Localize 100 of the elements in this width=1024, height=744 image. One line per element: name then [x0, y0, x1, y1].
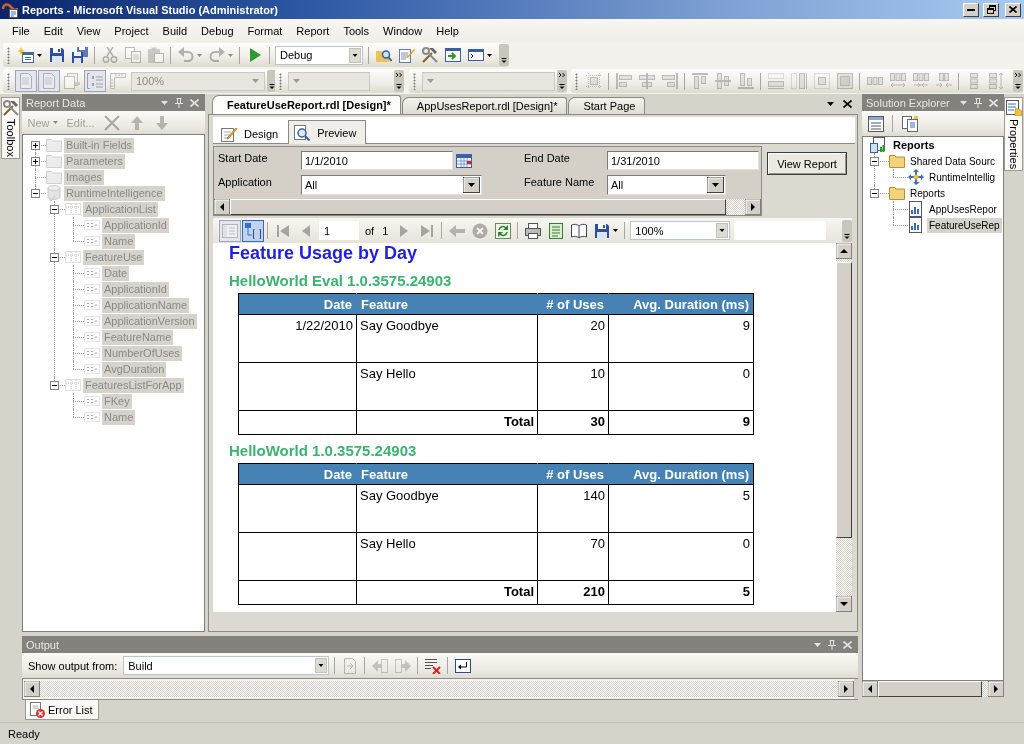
same-width-icon — [767, 73, 784, 89]
scroll-left-icon[interactable] — [214, 199, 230, 215]
dropdown-field[interactable]: Debug — [275, 45, 363, 65]
toolbar-overflow-icon[interactable] — [557, 70, 567, 92]
date-field[interactable]: 1/1/2010 — [301, 151, 453, 170]
vertical-scrollbar[interactable] — [835, 243, 852, 612]
console-window-icon — [467, 47, 484, 63]
up-arrow-icon — [128, 114, 145, 131]
word-wrap-icon — [454, 657, 471, 674]
dropdown-field[interactable]: Build — [123, 656, 330, 675]
group-title: HelloWorld Eval 1.0.3575.24903 — [229, 271, 452, 291]
menu-item[interactable]: Project — [107, 22, 156, 39]
pin-icon[interactable] — [175, 97, 183, 108]
pin-icon[interactable] — [974, 97, 982, 108]
field-icon — [84, 313, 100, 329]
dropdown-field[interactable]: All — [607, 175, 726, 195]
status-text: Ready — [8, 727, 40, 740]
properties-tab[interactable]: Properties — [1004, 97, 1023, 171]
menu-item[interactable]: Report — [289, 22, 337, 39]
scrollbar-thumb[interactable] — [878, 681, 982, 697]
menu-item[interactable]: Tools — [336, 22, 377, 39]
table-cell: Say Goodbye — [356, 484, 538, 533]
minimize-button[interactable] — [963, 2, 979, 17]
tree-item[interactable]: RuntimeIntellig — [927, 169, 998, 185]
menu-item[interactable]: File — [5, 22, 37, 39]
dropdown-field[interactable]: 100% — [630, 221, 731, 240]
view-tab[interactable]: Preview — [288, 120, 367, 144]
toolbar-overflow-icon[interactable] — [394, 70, 404, 92]
horizontal-scrollbar[interactable] — [862, 681, 1004, 697]
printer-icon — [524, 222, 541, 239]
field-icon — [84, 233, 100, 249]
error-list-tab[interactable]: Error List — [25, 700, 99, 720]
undo-arrow-icon — [177, 47, 194, 63]
menu-item[interactable]: Build — [155, 22, 195, 39]
text-field[interactable]: 1 — [319, 221, 359, 240]
window-title: Reports - Microsoft Visual Studio (Administrator) — [22, 3, 278, 16]
data-source-icon — [908, 169, 924, 185]
document-tab[interactable]: AppUsesReport.rdl [Design]* — [401, 97, 568, 114]
tree-item[interactable]: Reports — [891, 137, 937, 153]
view-report-button[interactable]: View Report — [767, 152, 847, 175]
grip-handle[interactable] — [7, 46, 10, 64]
collapse-icon[interactable] — [870, 156, 879, 166]
field-icon — [84, 361, 100, 377]
tree-item[interactable]: FeatureUseRep — [927, 217, 1002, 233]
scissors-icon — [101, 47, 118, 63]
tree-item[interactable]: Reports — [908, 185, 947, 201]
right-arrow-document-icon — [394, 657, 411, 674]
caret-icon — [196, 53, 202, 57]
grip-handle[interactable] — [7, 72, 10, 90]
menu-item[interactable]: Help — [429, 22, 466, 39]
toolbox-tab[interactable]: Toolbox — [1, 97, 20, 159]
close-button[interactable] — [1005, 2, 1021, 17]
pin-icon[interactable] — [828, 639, 836, 650]
restore-button[interactable] — [983, 2, 999, 17]
text-field[interactable] — [734, 221, 827, 240]
scroll-right-icon[interactable] — [988, 681, 1004, 697]
collapse-icon[interactable] — [870, 188, 879, 198]
bracket-tree-button[interactable] — [241, 219, 264, 242]
panel-title: Report Data — [26, 96, 87, 109]
horizontal-scrollbar[interactable] — [24, 681, 854, 697]
scroll-down-icon[interactable] — [835, 596, 852, 612]
folder-icon — [889, 185, 905, 201]
caret-icon — [612, 229, 618, 232]
menu-item[interactable]: Window — [376, 22, 430, 39]
remove-spacing-icon — [935, 73, 952, 89]
scrollbar-thumb[interactable] — [835, 262, 852, 538]
column-header: Date — [238, 463, 357, 485]
menu-item[interactable]: Format — [240, 22, 290, 39]
view-tab[interactable]: Design — [215, 122, 289, 144]
tree-item[interactable]: Shared Data Sourc — [908, 153, 998, 169]
scroll-right-icon[interactable] — [745, 199, 761, 215]
grip-handle[interactable] — [413, 72, 416, 90]
grip-handle[interactable] — [279, 72, 282, 90]
menu-item[interactable]: Edit — [36, 22, 70, 39]
scroll-up-icon[interactable] — [835, 243, 852, 259]
dropdown-field[interactable]: All — [301, 175, 482, 195]
align-center-icon — [638, 73, 655, 89]
folder-magnifier-icon — [375, 47, 392, 63]
toolbar-overflow-icon[interactable] — [1013, 70, 1023, 92]
toolbar-label: of — [364, 224, 376, 237]
close-icon[interactable] — [843, 100, 852, 108]
date-field[interactable]: 1/31/2010 — [607, 151, 759, 170]
group-title: HelloWorld 1.0.3575.24903 — [229, 441, 417, 461]
table-cell: 0 — [608, 362, 754, 411]
caret-icon[interactable] — [827, 102, 834, 106]
document-tab[interactable]: Start Page — [568, 97, 646, 114]
minimize-icon — [967, 8, 975, 11]
toolbar-overflow-icon[interactable] — [842, 219, 852, 242]
tree-item[interactable]: AppUsesRepor — [927, 201, 999, 217]
document-tab[interactable]: FeatureUseReport.rdl [Design]* — [212, 95, 401, 114]
menu-item[interactable]: View — [69, 22, 108, 39]
calendar-icon[interactable] — [456, 152, 472, 169]
menu-item[interactable]: Debug — [194, 22, 241, 39]
report-title: Feature Usage by Day — [229, 243, 418, 263]
table-cell: Total — [356, 580, 538, 605]
scroll-left-icon[interactable] — [24, 681, 40, 697]
toolbar-overflow-icon[interactable] — [499, 44, 509, 66]
scroll-left-icon[interactable] — [862, 681, 878, 697]
scroll-right-icon[interactable] — [838, 681, 854, 697]
grip-handle[interactable] — [575, 72, 578, 90]
